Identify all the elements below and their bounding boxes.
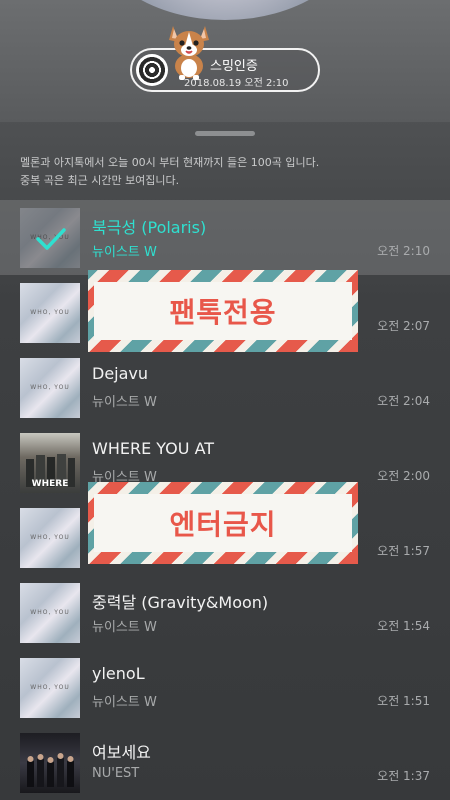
airmail-sticker-no-entry: 엔터금지 (88, 482, 358, 564)
track-title: ylenoL (92, 664, 145, 683)
track-title: 여보세요 (92, 743, 151, 762)
album-thumbnail: WHO, YOU (20, 658, 80, 718)
track-title: Dejavu (92, 364, 149, 383)
check-overlay (20, 208, 80, 268)
album-art-text: WHERE (31, 479, 69, 489)
track-row[interactable]: WHO, YOU 중력달 (Gravity&Moon) 뉴이스트 W 오전 1:… (0, 575, 450, 650)
track-played-time: 오전 2:10 (377, 244, 430, 258)
corgi-dog-icon (169, 26, 209, 80)
track-played-time: 오전 1:51 (377, 694, 430, 708)
stream-verification-badge[interactable]: 스밍인증 2018.08.19 오전 2:10 (130, 48, 320, 92)
album-art-text: WHO, YOU (30, 534, 70, 541)
album-thumbnail: WHO, YOU (20, 583, 80, 643)
notice-line-1: 멜론과 아지톡에서 오늘 00시 부터 현재까지 들은 100곡 입니다. (20, 156, 320, 169)
track-played-time: 오전 2:00 (377, 469, 430, 483)
track-played-time: 오전 2:04 (377, 394, 430, 408)
album-thumbnail (20, 733, 80, 793)
album-thumbnail: WHO, YOU (20, 283, 80, 343)
album-art-text: WHO, YOU (30, 384, 70, 391)
album-art-text: WHO, YOU (30, 609, 70, 616)
album-disc-art (95, 0, 355, 20)
sticker-text: 엔터금지 (169, 508, 277, 541)
album-thumbnail: WHO, YOU (20, 208, 80, 268)
sticker-text: 팬톡전용 (169, 296, 277, 329)
track-artist: 뉴이스트 W (92, 245, 157, 260)
track-artist: NU'EST (92, 766, 140, 781)
album-art-figures (27, 753, 74, 787)
album-thumbnail: WHERE (20, 433, 80, 493)
track-row[interactable]: 여보세요 NU'EST 오전 1:37 (0, 725, 450, 800)
track-row[interactable]: WHO, YOU 북극성 (Polaris) 뉴이스트 W 오전 2:10 (0, 200, 450, 275)
top-header: 스밍인증 2018.08.19 오전 2:10 (0, 0, 450, 122)
list-notice: 멜론과 아지톡에서 오늘 00시 부터 현재까지 들은 100곡 입니다. 중복… (20, 154, 440, 190)
track-title: 북극성 (Polaris) (92, 218, 207, 237)
checkmark-icon (36, 228, 66, 250)
track-artist: 뉴이스트 W (92, 620, 157, 635)
track-title: WHERE YOU AT (92, 439, 215, 458)
track-row[interactable]: WHO, YOU Dejavu 뉴이스트 W 오전 2:04 (0, 350, 450, 425)
vinyl-record-icon (136, 54, 168, 86)
album-art-text: WHO, YOU (30, 684, 70, 691)
sticker-label-area: 엔터금지 (94, 494, 352, 552)
sheet-drag-handle[interactable] (195, 131, 255, 136)
album-thumbnail: WHO, YOU (20, 358, 80, 418)
track-title: 중력달 (Gravity&Moon) (92, 593, 269, 612)
track-played-time: 오전 2:07 (377, 319, 430, 333)
track-played-time: 오전 1:54 (377, 619, 430, 633)
track-row[interactable]: WHO, YOU ylenoL 뉴이스트 W 오전 1:51 (0, 650, 450, 725)
track-artist: 뉴이스트 W (92, 695, 157, 710)
album-art-text: WHO, YOU (30, 309, 70, 316)
badge-title: 스밍인증 (210, 59, 258, 74)
track-artist: 뉴이스트 W (92, 395, 157, 410)
track-played-time: 오전 1:57 (377, 544, 430, 558)
airmail-sticker-fan-only: 팬톡전용 (88, 270, 358, 352)
album-thumbnail: WHO, YOU (20, 508, 80, 568)
notice-line-2: 중복 곡은 최근 시간만 보여집니다. (20, 174, 180, 187)
track-played-time: 오전 1:37 (377, 769, 430, 783)
sticker-label-area: 팬톡전용 (94, 282, 352, 340)
